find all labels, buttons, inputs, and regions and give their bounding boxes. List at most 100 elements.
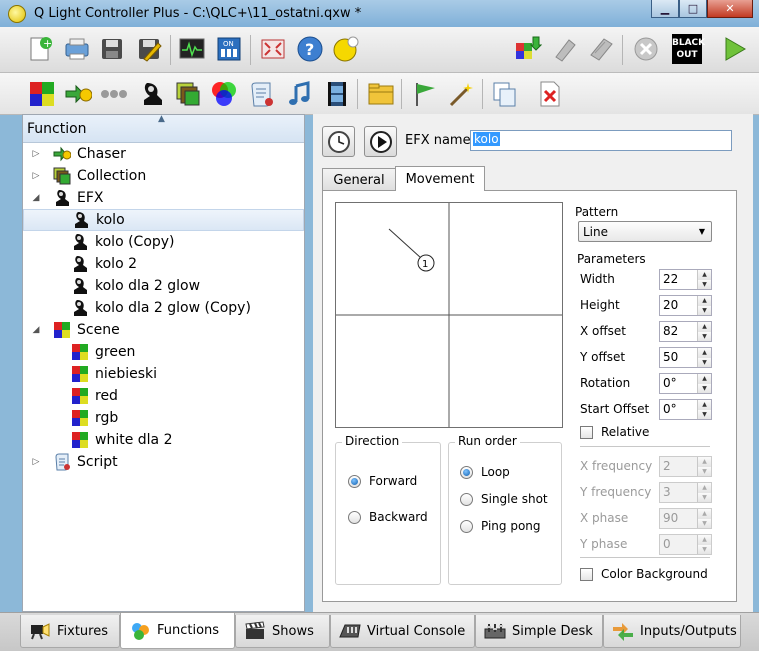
efx-name-input[interactable]: kolo	[470, 130, 732, 151]
spin-arrows[interactable]: ▲ ▼	[697, 296, 711, 315]
new-script-icon[interactable]	[246, 78, 278, 110]
remove-icon[interactable]	[630, 33, 662, 65]
bottom-tab-fixtures[interactable]: Fixtures	[20, 615, 120, 648]
ping-pong-radio-dot	[460, 519, 473, 533]
expand-arrow-icon[interactable]: ▷	[29, 171, 43, 181]
fullscreen-icon[interactable]	[257, 33, 289, 65]
tree-item[interactable]: ◢ Scene	[23, 319, 304, 341]
wizard-wand-icon[interactable]	[445, 78, 477, 110]
param-spinbox[interactable]: 82 ▲ ▼	[659, 321, 712, 342]
param-spinbox[interactable]: 0° ▲ ▼	[659, 373, 712, 394]
color-background-checkbox[interactable]: Color Background	[580, 567, 708, 581]
new-folder-icon[interactable]	[365, 78, 397, 110]
param-value: 82	[663, 324, 679, 338]
expand-arrow-icon[interactable]: ▷	[29, 457, 43, 467]
tree-item[interactable]: kolo dla 2 glow (Copy)	[23, 297, 304, 319]
collapse-arrow-icon[interactable]: ◢	[29, 325, 43, 335]
new-efx-icon[interactable]	[136, 78, 168, 110]
delete-icon[interactable]	[534, 78, 566, 110]
tree-item[interactable]: kolo dla 2 glow	[23, 275, 304, 297]
play-icon[interactable]	[718, 33, 750, 65]
loop-radio[interactable]: Loop	[460, 465, 510, 479]
open-icon[interactable]	[61, 33, 93, 65]
spin-arrows[interactable]: ▲ ▼	[697, 348, 711, 367]
param-spinbox[interactable]: 0° ▲ ▼	[659, 399, 712, 420]
expand-arrow-icon[interactable]: ▷	[29, 149, 43, 159]
bottom-tab-shows[interactable]: Shows	[235, 615, 330, 648]
efx-icon	[72, 211, 90, 229]
spin-arrows[interactable]: ▲ ▼	[697, 322, 711, 341]
stop-all-icon[interactable]	[549, 33, 581, 65]
test-run-button[interactable]	[364, 126, 397, 157]
bottom-tab-virtual-console[interactable]: Virtual Console	[330, 615, 475, 648]
tree-item-label: Chaser	[77, 146, 126, 162]
fixtures-icon	[29, 621, 51, 641]
bottom-tab-label: Virtual Console	[367, 623, 466, 639]
param-spinbox: 2 ▲ ▼	[659, 456, 712, 477]
tree-item[interactable]: green	[23, 341, 304, 363]
spin-arrows[interactable]: ▲ ▼	[697, 374, 711, 393]
minimize-button[interactable]: ▁	[651, 0, 679, 18]
live-edit-icon[interactable]	[512, 33, 544, 65]
tree-item[interactable]: ▷ Collection	[23, 165, 304, 187]
new-video-icon[interactable]	[321, 78, 353, 110]
address-tool-icon[interactable]: ON	[213, 33, 245, 65]
clone-icon[interactable]	[489, 78, 521, 110]
speed-dial-button[interactable]	[322, 126, 355, 157]
new-sequence-icon[interactable]	[98, 78, 130, 110]
tree-item[interactable]: ▷ Chaser	[23, 143, 304, 165]
disable-icon[interactable]	[585, 33, 617, 65]
tree-item[interactable]: kolo (Copy)	[23, 231, 304, 253]
collapse-arrow-icon[interactable]: ◢	[29, 193, 43, 203]
maximize-button[interactable]: □	[679, 0, 707, 18]
new-chaser-icon[interactable]	[62, 78, 94, 110]
new-rgb-matrix-icon[interactable]	[208, 78, 240, 110]
chevron-down-icon: ▼	[698, 357, 711, 367]
ping-pong-radio[interactable]: Ping pong	[460, 519, 541, 533]
blackout-button[interactable]: BLACK OUT	[671, 33, 705, 65]
tree-item[interactable]: red	[23, 385, 304, 407]
bottom-tab-simple-desk[interactable]: Simple Desk	[475, 615, 603, 648]
tree-item[interactable]: rgb	[23, 407, 304, 429]
save-as-icon[interactable]	[133, 33, 165, 65]
tree-item[interactable]: ▷ Script	[23, 451, 304, 473]
bottom-tab-inputs-outputs[interactable]: Inputs/Outputs	[603, 615, 741, 648]
tree-item[interactable]: white dla 2	[23, 429, 304, 451]
window-title: Q Light Controller Plus - C:\QLC+\11_ost…	[34, 6, 362, 21]
spin-arrows[interactable]: ▲ ▼	[697, 400, 711, 419]
single-shot-radio[interactable]: Single shot	[460, 492, 548, 506]
tree-item[interactable]: kolo	[23, 209, 304, 231]
pattern-select[interactable]: Line ▼	[578, 221, 712, 242]
spin-arrows[interactable]: ▲ ▼	[697, 270, 711, 289]
tree-item[interactable]: niebieski	[23, 363, 304, 385]
wizard-flag-icon[interactable]	[409, 78, 441, 110]
play-circle-icon	[369, 130, 392, 153]
backward-radio[interactable]: Backward	[348, 510, 428, 524]
new-file-icon[interactable]: +	[24, 33, 56, 65]
chevron-up-icon: ▲	[698, 348, 711, 358]
chevron-down-icon: ▼	[698, 331, 711, 341]
functions-icon	[129, 621, 151, 641]
tree-item[interactable]: ◢ EFX	[23, 187, 304, 209]
param-spinbox[interactable]: 50 ▲ ▼	[659, 347, 712, 368]
scene-icon	[71, 387, 89, 405]
save-icon[interactable]	[96, 33, 128, 65]
about-icon[interactable]	[330, 33, 362, 65]
toolbar-separator	[401, 79, 402, 109]
monitor-icon[interactable]	[176, 33, 208, 65]
relative-checkbox[interactable]: Relative	[580, 425, 649, 439]
new-scene-icon[interactable]	[26, 78, 58, 110]
param-spinbox[interactable]: 22 ▲ ▼	[659, 269, 712, 290]
close-window-button[interactable]: ✕	[707, 0, 753, 18]
param-spinbox[interactable]: 20 ▲ ▼	[659, 295, 712, 316]
tab-movement[interactable]: Movement	[395, 166, 485, 191]
new-collection-icon[interactable]	[172, 78, 204, 110]
tab-general[interactable]: General	[322, 168, 396, 191]
help-icon[interactable]: ?	[294, 33, 326, 65]
forward-radio[interactable]: Forward	[348, 474, 417, 488]
tree-item[interactable]: kolo 2	[23, 253, 304, 275]
tree-header[interactable]: ▲ Function	[23, 114, 304, 143]
new-audio-icon[interactable]	[284, 78, 316, 110]
bottom-tab-functions[interactable]: Functions	[120, 613, 235, 649]
backward-label: Backward	[369, 510, 428, 524]
